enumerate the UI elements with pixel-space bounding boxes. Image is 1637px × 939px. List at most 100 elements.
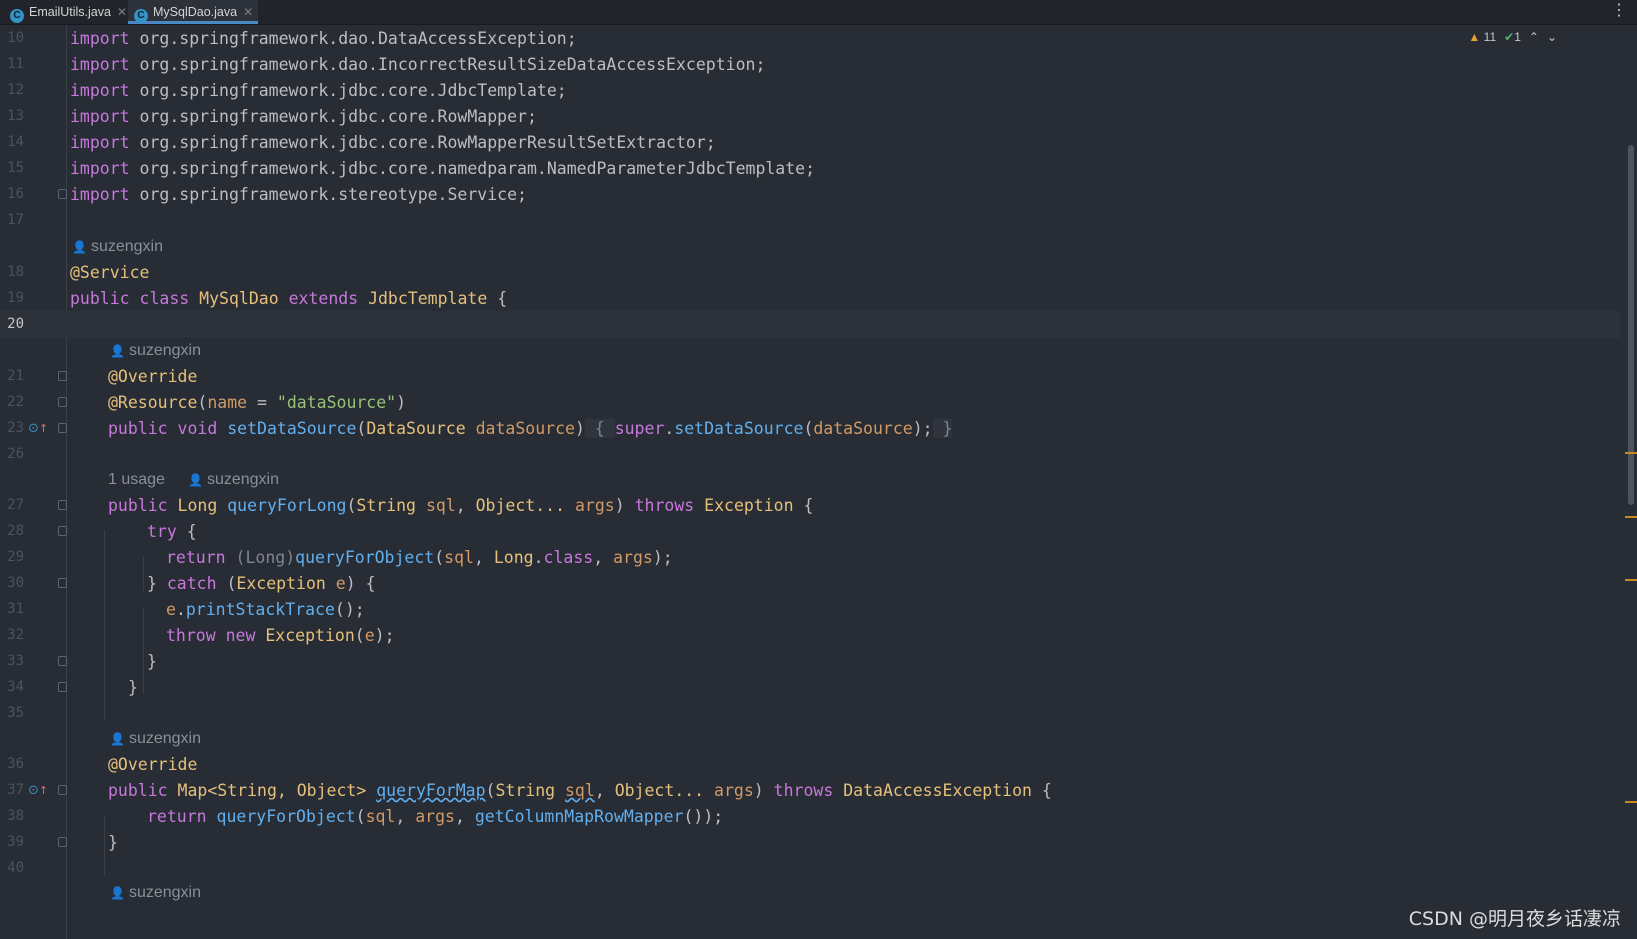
tab-mysqldao[interactable]: C MySqlDao.java ✕	[128, 0, 258, 24]
author-hint-line: 👤 suzengxin	[0, 337, 1620, 364]
folded-brace[interactable]: {	[584, 419, 615, 438]
import-path: org.springframework.stereotype.Service;	[129, 185, 527, 204]
code-line[interactable]: 27 public Long queryForLong(String sql, …	[0, 492, 1620, 519]
code-line[interactable]: 36 @Override	[0, 751, 1620, 778]
method-name: queryForLong	[227, 496, 347, 515]
type-name: Exception	[704, 496, 794, 515]
author-hint-line: 👤 suzengxin	[0, 725, 1620, 752]
fold-marker-icon[interactable]	[58, 837, 67, 847]
tab-emailutils[interactable]: C EmailUtils.java ✕	[6, 0, 127, 24]
code-line[interactable]: 40	[0, 855, 1620, 882]
argument: e	[364, 626, 375, 645]
author-hint[interactable]: 👤 suzengxin	[72, 233, 163, 261]
line-number: 30	[7, 575, 24, 591]
keyword: throws	[773, 781, 834, 800]
fold-marker-icon[interactable]	[58, 785, 67, 795]
usage-hint[interactable]: 1 usage	[108, 466, 165, 493]
author-hint[interactable]: 👤 suzengxin	[110, 879, 201, 907]
warning-stripe-marker[interactable]	[1625, 452, 1637, 454]
fold-marker-icon[interactable]	[58, 189, 67, 199]
code-line[interactable]: 10 import org.springframework.dao.DataAc…	[0, 25, 1620, 52]
code-line[interactable]: 15 import org.springframework.jdbc.core.…	[0, 155, 1620, 182]
code-editor[interactable]: ▲ 11 ✔1 ⌃ ⌄ 10 import org.springframewor…	[0, 25, 1637, 939]
keyword: import	[70, 29, 130, 48]
code-line[interactable]: 33 }	[0, 648, 1620, 675]
person-icon: 👤	[110, 886, 125, 900]
line-number: 16	[7, 186, 24, 202]
line-number: 20	[7, 316, 24, 332]
fold-marker-icon[interactable]	[58, 526, 67, 536]
code-line[interactable]: 26	[0, 441, 1620, 468]
keyword: import	[70, 55, 130, 74]
warning-stripe-marker[interactable]	[1625, 579, 1637, 581]
current-line[interactable]: 20	[0, 311, 1620, 338]
line-number: 39	[7, 834, 24, 850]
author-hint[interactable]: 👤 suzengxin	[110, 725, 201, 753]
close-icon[interactable]: ✕	[117, 5, 127, 19]
parameter: e	[335, 574, 346, 593]
code-line[interactable]: 16 import org.springframework.stereotype…	[0, 181, 1620, 208]
overrides-method-icon[interactable]: ⊙↑	[28, 415, 48, 442]
code-line[interactable]: 37 ⊙↑ public Map<String, Object> queryFo…	[0, 777, 1620, 804]
code-line[interactable]: 30 } catch (Exception e) {	[0, 570, 1620, 597]
code-line[interactable]: 13 import org.springframework.jdbc.core.…	[0, 103, 1620, 130]
type-name: DataSource	[366, 419, 466, 438]
fold-expand-icon[interactable]	[58, 423, 67, 433]
fold-marker-icon[interactable]	[58, 656, 67, 666]
line-number: 34	[7, 679, 24, 695]
author-hint[interactable]: 👤 suzengxin	[188, 466, 279, 494]
code-line[interactable]: 17	[0, 207, 1620, 234]
type-name: Object...	[475, 496, 566, 515]
author-hint[interactable]: 👤 suzengxin	[110, 337, 201, 365]
code-line[interactable]: 14 import org.springframework.jdbc.core.…	[0, 129, 1620, 156]
annotation: @Resource	[108, 393, 198, 412]
fold-marker-icon[interactable]	[58, 682, 67, 692]
class-name: MySqlDao	[199, 289, 279, 308]
code-line[interactable]: 22 @Resource(name = "dataSource")	[0, 389, 1620, 416]
code-line[interactable]: 23 ⊙↑ public void setDataSource(DataSour…	[0, 415, 1620, 442]
folded-brace[interactable]: }	[932, 419, 953, 438]
line-number: 31	[7, 601, 24, 617]
line-number: 22	[7, 394, 24, 410]
code-line[interactable]: 18 @Service	[0, 259, 1620, 286]
code-line[interactable]: 28 try {	[0, 518, 1620, 545]
code-line[interactable]: 38 return queryForObject(sql, args, getC…	[0, 803, 1620, 830]
author-hint-line: 👤 suzengxin	[0, 233, 1620, 260]
line-number: 18	[7, 264, 24, 280]
fold-marker-icon[interactable]	[58, 578, 67, 588]
line-number: 17	[7, 212, 24, 228]
keyword: try	[147, 522, 177, 541]
argument: args	[415, 807, 455, 826]
fold-marker-icon[interactable]	[58, 500, 67, 510]
author-hint-line: 👤 suzengxin	[0, 879, 1620, 906]
parameter: sql	[425, 496, 456, 515]
code-line[interactable]: 29 return (Long)queryForObject(sql, Long…	[0, 544, 1620, 571]
code-line[interactable]: 34 }	[0, 674, 1620, 701]
parameter: sql	[565, 781, 595, 800]
line-number: 36	[7, 756, 24, 772]
type-name: DataAccessException	[843, 781, 1032, 800]
vertical-scrollbar[interactable]	[1628, 145, 1634, 505]
fold-marker-icon[interactable]	[58, 397, 67, 407]
line-number: 29	[7, 549, 24, 565]
import-path: org.springframework.jdbc.core.RowMapperR…	[129, 133, 716, 152]
line-number: 33	[7, 653, 24, 669]
code-line[interactable]: 12 import org.springframework.jdbc.core.…	[0, 77, 1620, 104]
argument: dataSource	[813, 419, 913, 438]
close-icon[interactable]: ✕	[243, 5, 253, 19]
method-name: setDataSource	[227, 419, 357, 438]
overrides-method-icon[interactable]: ⊙↑	[28, 777, 48, 804]
code-line[interactable]: 19 public class MySqlDao extends JdbcTem…	[0, 285, 1620, 312]
code-line[interactable]: 11 import org.springframework.dao.Incorr…	[0, 51, 1620, 78]
fold-marker-icon[interactable]	[58, 371, 67, 381]
code-line[interactable]: 31 e.printStackTrace();	[0, 596, 1620, 623]
warning-stripe-marker[interactable]	[1625, 801, 1637, 803]
code-line[interactable]: 35	[0, 700, 1620, 727]
code-line[interactable]: 21 @Override	[0, 363, 1620, 390]
code-line[interactable]: 32 throw new Exception(e);	[0, 622, 1620, 649]
keyword: return	[147, 807, 207, 826]
more-options-icon[interactable]: ⋮	[1611, 2, 1627, 20]
code-line[interactable]: 39 }	[0, 829, 1620, 856]
type-name: Long	[177, 496, 218, 515]
warning-stripe-marker[interactable]	[1625, 516, 1637, 518]
